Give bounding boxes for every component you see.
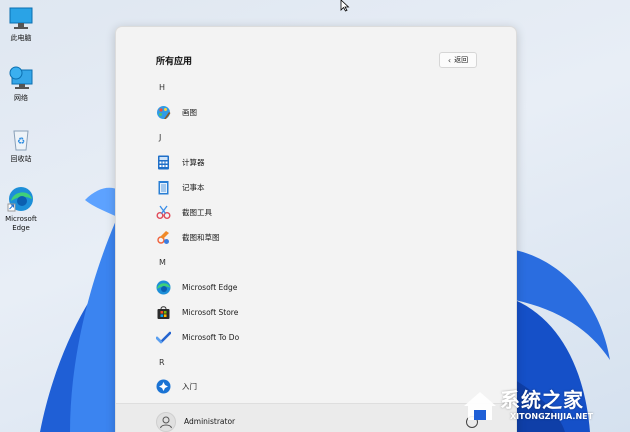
desktop-icon-network[interactable]: 网络	[2, 64, 40, 103]
app-item-calculator[interactable]: 计算器	[152, 151, 452, 173]
get-started-icon	[156, 379, 171, 394]
user-name[interactable]: Administrator	[184, 417, 235, 426]
app-name: 记事本	[182, 182, 205, 192]
letter-header-h[interactable]: H	[159, 83, 165, 92]
app-name: 截图工具	[182, 207, 212, 217]
app-item-paint[interactable]: 画图	[152, 101, 452, 123]
snip-sketch-icon	[156, 230, 171, 245]
app-item-snipping-tool[interactable]: 截图工具	[152, 201, 452, 223]
back-button-label: 返回	[454, 56, 469, 64]
recycle-bin-icon: ♻	[7, 125, 35, 153]
snipping-tool-icon	[156, 205, 171, 220]
letter-header-j[interactable]: J	[159, 133, 161, 142]
app-item-snip-sketch[interactable]: 截图和草图	[152, 226, 452, 248]
desktop-icon-label: 网络	[14, 94, 28, 102]
desktop-icon-label: Microsoft Edge	[5, 215, 37, 232]
calculator-icon	[156, 155, 171, 170]
app-name: 画图	[182, 107, 197, 117]
edge-icon	[156, 280, 171, 295]
todo-icon	[155, 330, 172, 345]
start-menu: 所有应用 ‹ 返回 H 画图 J 计算器 记事本 截图工具 截图和草图 M Mi…	[115, 26, 517, 432]
svg-text:♻: ♻	[17, 137, 25, 147]
app-name: 截图和草图	[182, 232, 220, 242]
letter-header-m[interactable]: M	[159, 258, 166, 267]
user-avatar-icon[interactable]	[156, 412, 176, 432]
app-item-notepad[interactable]: 记事本	[152, 176, 452, 198]
edge-icon	[7, 185, 35, 213]
paint-icon	[156, 105, 171, 120]
letter-header-r[interactable]: R	[159, 358, 165, 367]
app-name: Microsoft Store	[182, 307, 239, 317]
app-name: Microsoft Edge	[182, 282, 238, 292]
watermark-title: 系统之家	[500, 388, 584, 412]
app-name: Microsoft To Do	[182, 332, 240, 342]
app-item-microsoft-store[interactable]: Microsoft Store	[152, 301, 452, 323]
watermark-logo-icon	[464, 392, 496, 420]
app-name: 计算器	[182, 157, 205, 167]
app-item-microsoft-todo[interactable]: Microsoft To Do	[152, 326, 452, 348]
chevron-left-icon: ‹	[447, 55, 452, 65]
notepad-icon	[156, 180, 171, 195]
desktop-icon-label: 回收站	[10, 155, 32, 163]
start-menu-title: 所有应用	[156, 57, 193, 67]
desktop-icon-recycle-bin[interactable]: ♻ 回收站	[2, 125, 40, 164]
desktop-icon-edge[interactable]: Microsoft Edge	[2, 185, 40, 233]
watermark: 系统之家 XITONGZHIJIA.NET	[452, 380, 630, 432]
computer-icon	[7, 4, 35, 32]
desktop: 此电脑 网络 ♻ 回收站 Microsoft Edge 所有应用 ‹ 返回 H	[0, 0, 630, 432]
store-icon	[156, 305, 171, 320]
desktop-icon-label: 此电脑	[10, 34, 32, 42]
watermark-url: XITONGZHIJIA.NET	[510, 412, 594, 421]
app-item-get-started[interactable]: 入门	[152, 375, 452, 397]
app-item-microsoft-edge[interactable]: Microsoft Edge	[152, 276, 452, 298]
back-button[interactable]: ‹ 返回	[439, 52, 477, 68]
network-icon	[7, 64, 35, 92]
app-name: 入门	[182, 381, 197, 391]
mouse-cursor-icon	[340, 0, 350, 12]
desktop-icon-this-pc[interactable]: 此电脑	[2, 4, 40, 43]
